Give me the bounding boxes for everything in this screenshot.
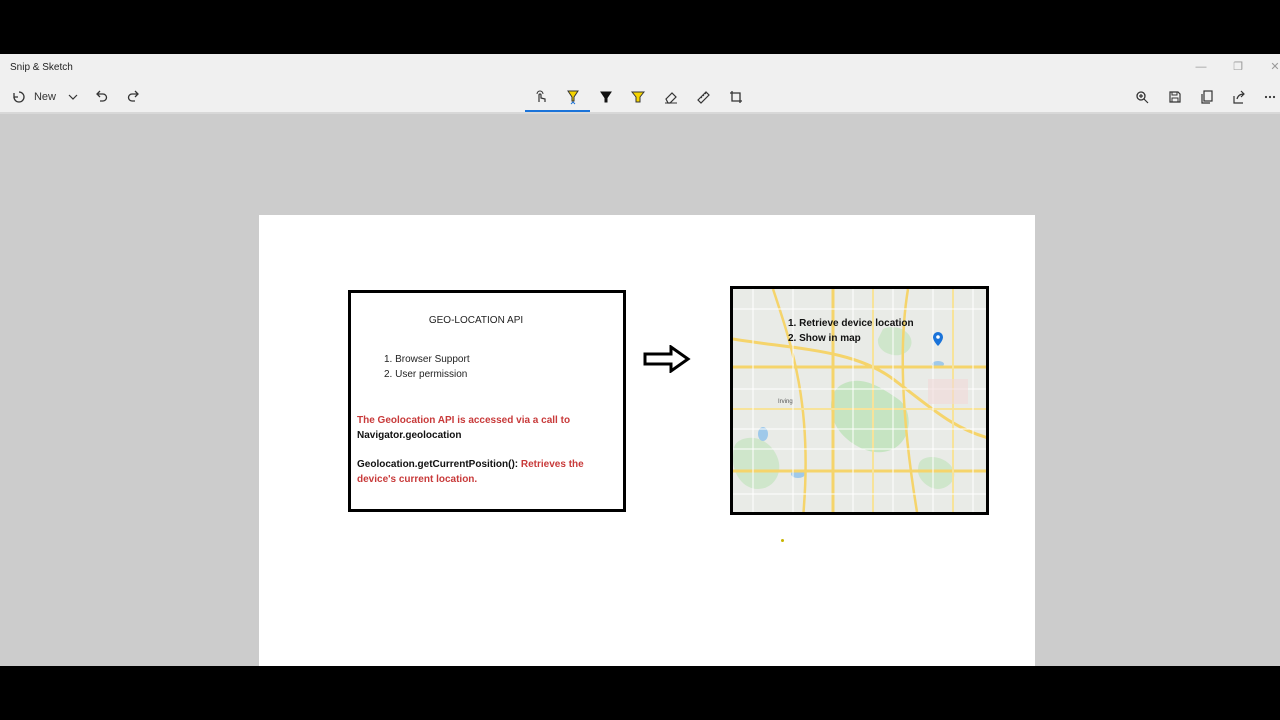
share-icon: [1232, 90, 1246, 104]
letterbox-bottom: [0, 666, 1280, 720]
pencil-button[interactable]: [597, 86, 615, 108]
zoom-icon: [1135, 90, 1149, 104]
new-snip-button[interactable]: New: [10, 86, 58, 108]
ruler-icon: [696, 90, 710, 104]
step-item: 2. Show in map: [788, 333, 861, 344]
crop-icon: [729, 90, 743, 104]
snip-sketch-window: Snip & Sketch — ❐ ✕ New GEO-LOCATION API…: [0, 54, 1280, 666]
box-title: GEO-LOCATION API: [428, 315, 524, 326]
right-arrow-icon: [643, 344, 691, 378]
save-button[interactable]: [1166, 86, 1184, 108]
ruler-button[interactable]: [694, 86, 712, 108]
eraser-icon: [664, 90, 678, 104]
save-icon: [1168, 90, 1182, 104]
copy-icon: [1200, 90, 1214, 104]
toolbar: New: [0, 80, 1280, 114]
restore-button[interactable]: ❐: [1228, 59, 1248, 75]
ballpoint-pen-icon: [566, 89, 580, 105]
touch-writing-icon: [534, 90, 548, 104]
new-snip-icon: [12, 90, 26, 104]
chevron-down-icon: [68, 94, 78, 100]
ballpoint-pen-button[interactable]: [564, 86, 582, 108]
list-item: 2. User permission: [384, 369, 468, 380]
geolocation-info-box: GEO-LOCATION API 1. Browser Support 2. U…: [348, 290, 626, 512]
redo-button[interactable]: [125, 86, 143, 108]
crop-button[interactable]: [727, 86, 745, 108]
letterbox-top: [0, 0, 1280, 54]
new-label: New: [33, 91, 56, 103]
more-icon: [1264, 95, 1276, 99]
titlebar: Snip & Sketch — ❐ ✕: [0, 54, 1280, 80]
captured-slide: GEO-LOCATION API 1. Browser Support 2. U…: [259, 215, 1035, 666]
copy-button[interactable]: [1198, 86, 1216, 108]
map-box: Irving 1. Retrieve device location 2. Sh…: [730, 286, 989, 515]
share-button[interactable]: [1230, 86, 1248, 108]
step-item: 1. Retrieve device location: [788, 318, 914, 329]
more-button[interactable]: [1262, 86, 1278, 108]
close-button[interactable]: ✕: [1265, 59, 1280, 75]
highlighter-button[interactable]: [629, 86, 647, 108]
api-access-text: The Geolocation API is accessed via a ca…: [357, 415, 571, 426]
get-position-method: Geolocation.getCurrentPosition():: [357, 459, 519, 470]
eraser-button[interactable]: [662, 86, 680, 108]
active-tool-indicator: [525, 110, 590, 112]
zoom-button[interactable]: [1133, 86, 1151, 108]
undo-icon: [94, 90, 108, 104]
stray-ink-dot: [781, 539, 784, 542]
get-position-paragraph: Geolocation.getCurrentPosition(): Retrie…: [357, 457, 617, 487]
undo-button[interactable]: [92, 86, 110, 108]
redo-icon: [127, 90, 141, 104]
navigator-geolocation-text: Navigator.geolocation: [357, 430, 462, 441]
map-steps: 1. Retrieve device location 2. Show in m…: [788, 316, 914, 346]
highlighter-icon: [631, 90, 645, 104]
pencil-icon: [599, 90, 613, 104]
map-label-irving: Irving: [778, 399, 793, 405]
app-title: Snip & Sketch: [10, 62, 73, 73]
new-options-button[interactable]: [64, 86, 82, 108]
requirements-list: 1. Browser Support 2. User permission: [384, 352, 470, 382]
api-access-paragraph: The Geolocation API is accessed via a ca…: [357, 413, 617, 443]
list-item: 1. Browser Support: [384, 354, 470, 365]
minimize-button[interactable]: —: [1191, 59, 1211, 75]
canvas-area[interactable]: GEO-LOCATION API 1. Browser Support 2. U…: [0, 116, 1280, 666]
touch-writing-button[interactable]: [532, 86, 550, 108]
